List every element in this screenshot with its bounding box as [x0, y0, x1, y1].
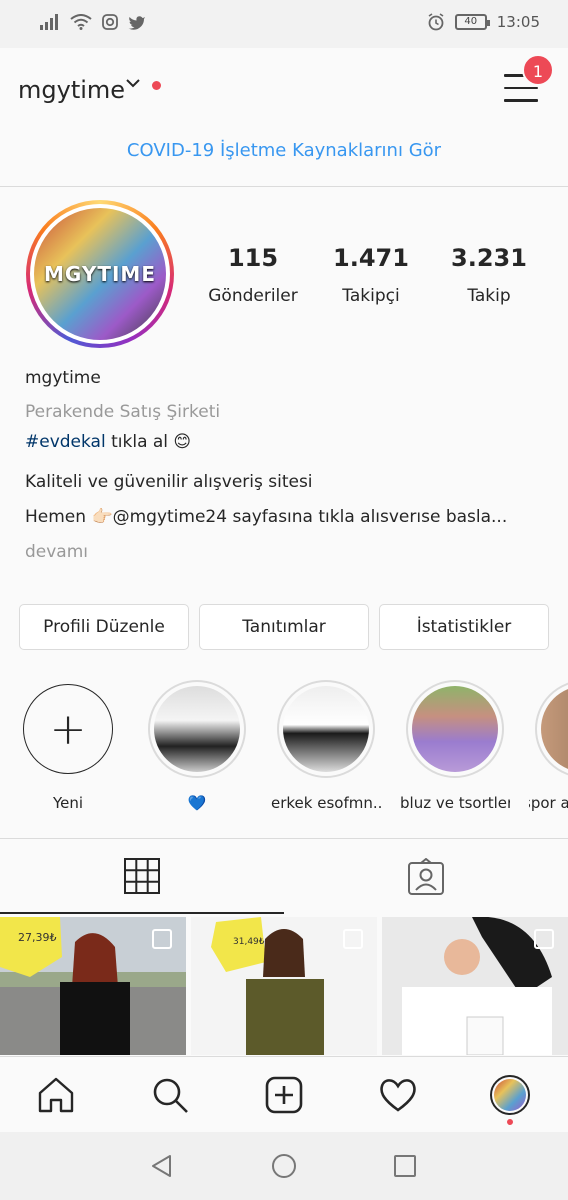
hashtag-link[interactable]: #evdekal: [25, 432, 106, 452]
alarm-icon: [428, 13, 444, 31]
tab-grid[interactable]: [0, 840, 284, 914]
highlight-label: 💙: [187, 794, 207, 812]
post-thumbnail[interactable]: 31,49₺: [191, 917, 377, 1055]
account-switcher[interactable]: mgytime: [18, 76, 125, 104]
nav-home[interactable]: [36, 1075, 76, 1115]
search-icon: [153, 1078, 188, 1113]
stat-value: 1.471: [333, 244, 409, 272]
profile-avatar[interactable]: MGYTIME: [26, 200, 174, 348]
heart-icon: [380, 1079, 416, 1112]
notification-dot: [152, 81, 161, 90]
profile-header: mgytime 1: [0, 48, 568, 130]
stat-label: Gönderiler: [208, 286, 298, 306]
highlight-new[interactable]: + Yeni: [13, 680, 123, 812]
post-thumbnail[interactable]: [382, 917, 568, 1055]
home-icon: [38, 1077, 74, 1113]
nav-new-post[interactable]: [264, 1075, 304, 1115]
notification-badge: 1: [522, 54, 554, 86]
instagram-icon: [102, 14, 118, 30]
bio-text: tıkla al 😊: [105, 432, 192, 452]
stat-label: Takip: [467, 286, 511, 306]
android-navigation-bar: [0, 1132, 568, 1200]
add-post-icon: [265, 1076, 303, 1114]
highlight-item[interactable]: spor a: [529, 680, 568, 812]
highlight-item[interactable]: erkek esofmn...: [271, 680, 381, 812]
carousel-icon: [152, 929, 172, 949]
highlight-item[interactable]: 💙: [142, 680, 252, 812]
highlight-item[interactable]: bluz ve tsortler: [400, 680, 510, 812]
battery-icon: 40: [454, 14, 490, 30]
highlight-label: spor a: [529, 794, 568, 812]
recents-icon[interactable]: [393, 1154, 417, 1178]
stat-label: Takipçi: [342, 286, 400, 306]
promotions-button[interactable]: Tanıtımlar: [199, 604, 369, 650]
nav-profile[interactable]: [490, 1075, 530, 1125]
stat-following[interactable]: 3.231 Takip: [434, 244, 544, 306]
avatar-image: MGYTIME: [34, 208, 166, 340]
bio-line-2: Kaliteli ve güvenilir alışveriş sitesi: [25, 472, 313, 492]
profile-name: mgytime: [25, 368, 101, 388]
price-tag: 31,49₺: [233, 937, 265, 947]
tab-tagged[interactable]: [284, 840, 568, 914]
back-icon[interactable]: [150, 1154, 174, 1178]
tagged-user-icon: [408, 858, 444, 895]
profile-notification-dot: [507, 1119, 513, 1125]
bio-line-1: #evdekal tıkla al 😊: [25, 432, 191, 452]
price-tag: 27,39₺: [18, 931, 57, 944]
nav-activity[interactable]: [378, 1075, 418, 1115]
divider: [0, 838, 568, 839]
grid-icon: [124, 858, 160, 894]
chevron-down-icon[interactable]: [126, 78, 140, 88]
highlight-label: bluz ve tsortler: [400, 794, 510, 812]
stat-value: 115: [227, 244, 279, 272]
edit-profile-button[interactable]: Profili Düzenle: [19, 604, 189, 650]
stat-followers[interactable]: 1.471 Takipçi: [316, 244, 426, 306]
stat-posts[interactable]: 115 Gönderiler: [198, 244, 308, 306]
highlight-label: erkek esofmn...: [271, 794, 381, 812]
post-thumbnail[interactable]: 27,39₺: [0, 917, 186, 1055]
wifi-icon: [70, 14, 92, 30]
plus-icon: +: [23, 684, 113, 774]
more-link[interactable]: devamı: [25, 542, 88, 562]
highlight-label: Yeni: [52, 794, 84, 812]
carousel-icon: [534, 929, 554, 949]
profile-avatar-small: [490, 1075, 530, 1115]
twitter-icon: [128, 15, 145, 30]
covid-resources-link[interactable]: COVID-19 İşletme Kaynaklarını Gör: [0, 140, 568, 161]
signal-icon: [40, 14, 58, 30]
clock: 13:05: [496, 13, 540, 31]
nav-search[interactable]: [150, 1075, 190, 1115]
insights-button[interactable]: İstatistikler: [379, 604, 549, 650]
divider: [0, 186, 568, 187]
stat-value: 3.231: [451, 244, 527, 272]
profile-category: Perakende Satış Şirketi: [25, 402, 221, 422]
home-circle-icon[interactable]: [271, 1153, 297, 1179]
carousel-icon: [343, 929, 363, 949]
bio-line-3: Hemen 👉🏻@mgytime24 sayfasına tıkla alısv…: [25, 507, 508, 527]
bottom-navigation: [0, 1056, 568, 1132]
status-bar: 40 13:05: [0, 0, 568, 48]
